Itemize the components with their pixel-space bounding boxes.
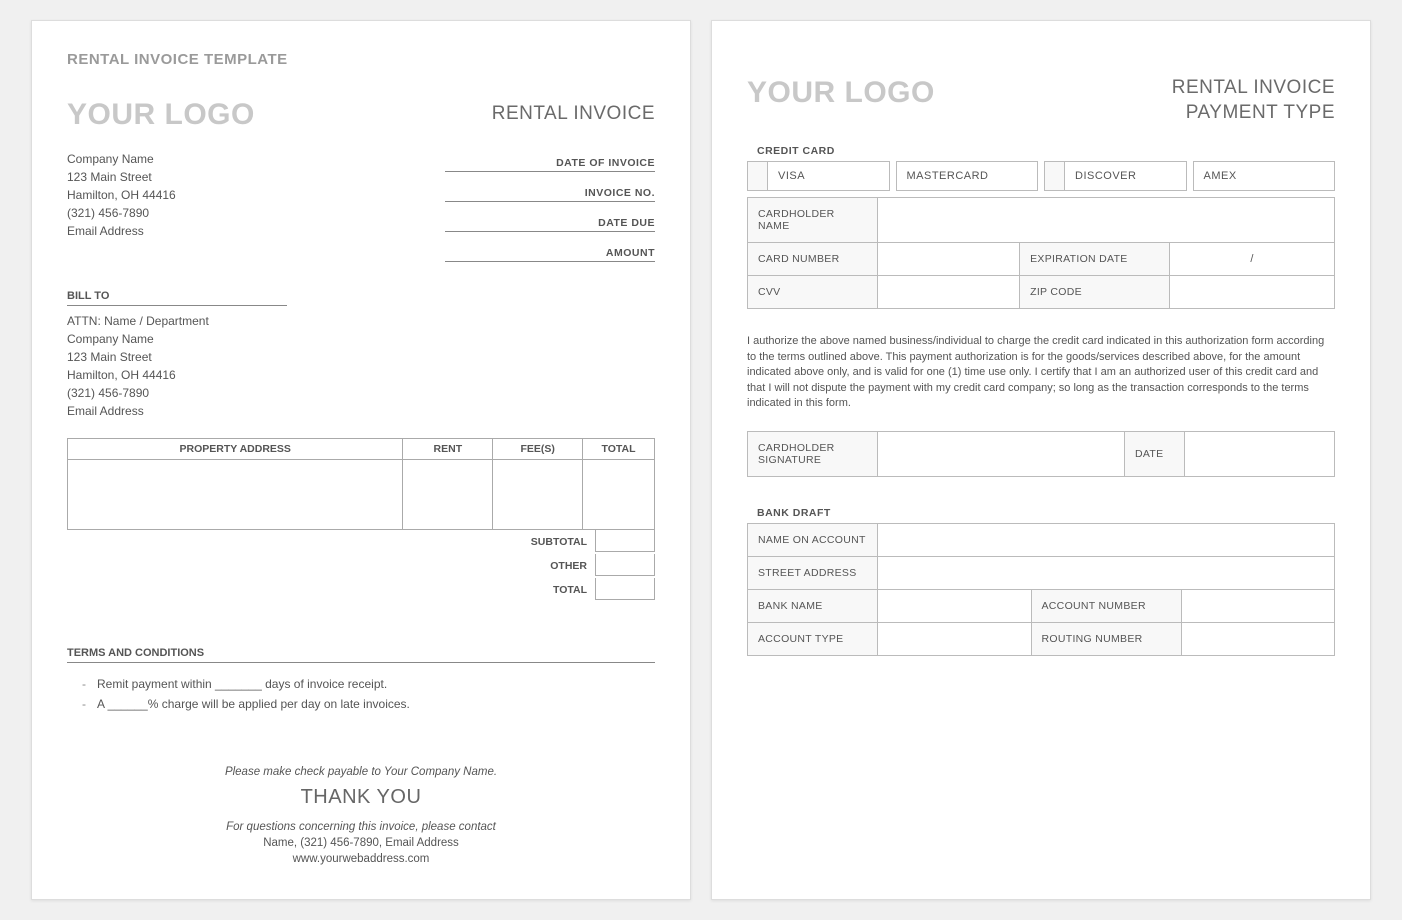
name-on-account-label: NAME ON ACCOUNT	[748, 524, 878, 557]
account-type-label: ACCOUNT TYPE	[748, 623, 878, 656]
col-property-address: PROPERTY ADDRESS	[68, 439, 403, 460]
logo-placeholder: YOUR LOGO	[67, 98, 255, 132]
col-rent: RENT	[403, 439, 493, 460]
term-line: A ______% charge will be applied per day…	[97, 697, 655, 711]
terms-label: TERMS AND CONDITIONS	[67, 647, 655, 663]
card-number-field[interactable]	[878, 243, 1020, 276]
property-table: PROPERTY ADDRESS RENT FEE(S) TOTAL	[67, 438, 655, 530]
other-row: OTHER	[67, 554, 655, 578]
contact-note: For questions concerning this invoice, p…	[67, 821, 655, 833]
option-amex[interactable]: AMEX	[1193, 161, 1336, 191]
authorization-text: I authorize the above named business/ind…	[747, 334, 1335, 411]
header-row: YOUR LOGO RENTAL INVOICE	[67, 98, 655, 132]
company-street: 123 Main Street	[67, 170, 176, 184]
billto-company: Company Name	[67, 332, 655, 346]
cardholder-signature-field[interactable]	[878, 432, 1125, 477]
logo-placeholder: YOUR LOGO	[747, 76, 935, 110]
checkbox-icon[interactable]	[748, 162, 768, 190]
sig-date-field[interactable]	[1185, 432, 1335, 477]
total-value[interactable]	[595, 578, 655, 600]
bank-draft-label: BANK DRAFT	[757, 507, 1335, 519]
bill-to-label: BILL TO	[67, 290, 287, 306]
table-row[interactable]	[68, 460, 655, 530]
bill-to-block: ATTN: Name / Department Company Name 123…	[67, 314, 655, 418]
bank-form: NAME ON ACCOUNT STREET ADDRESS BANK NAME…	[747, 523, 1335, 656]
routing-number-field[interactable]	[1181, 623, 1335, 656]
cvv-label: CVV	[748, 276, 878, 309]
billto-phone: (321) 456-7890	[67, 386, 655, 400]
checkbox-icon[interactable]	[1045, 162, 1065, 190]
invoice-page-2: YOUR LOGO RENTAL INVOICE PAYMENT TYPE CR…	[711, 20, 1371, 900]
option-visa[interactable]: VISA	[747, 161, 890, 191]
payment-title: RENTAL INVOICE PAYMENT TYPE	[1172, 76, 1335, 125]
terms-list: Remit payment within _______ days of inv…	[67, 677, 655, 711]
contact-line: Name, (321) 456-7890, Email Address	[67, 837, 655, 849]
doc-title: RENTAL INVOICE	[492, 103, 655, 125]
credit-card-label: CREDIT CARD	[757, 145, 1335, 157]
exp-date-field[interactable]: /	[1170, 243, 1335, 276]
cvv-field[interactable]	[878, 276, 1020, 309]
street-address-label: STREET ADDRESS	[748, 557, 878, 590]
exp-date-label: EXPIRATION DATE	[1020, 243, 1170, 276]
meta-amount[interactable]: AMOUNT	[445, 242, 655, 262]
thank-you: THANK YOU	[67, 786, 655, 809]
account-number-field[interactable]	[1181, 590, 1335, 623]
company-name: Company Name	[67, 152, 176, 166]
header-row: YOUR LOGO RENTAL INVOICE PAYMENT TYPE	[747, 76, 1335, 125]
cc-form: CARDHOLDER NAME CARD NUMBER EXPIRATION D…	[747, 197, 1335, 309]
billto-attn: ATTN: Name / Department	[67, 314, 655, 328]
subtotal-value[interactable]	[595, 530, 655, 552]
option-discover[interactable]: DISCOVER	[1044, 161, 1187, 191]
company-email: Email Address	[67, 224, 176, 238]
zip-label: ZIP CODE	[1020, 276, 1170, 309]
sig-date-label: DATE	[1125, 432, 1185, 477]
meta-date-of-invoice[interactable]: DATE OF INVOICE	[445, 152, 655, 172]
account-number-label: ACCOUNT NUMBER	[1031, 590, 1181, 623]
footer: Please make check payable to Your Compan…	[67, 766, 655, 865]
billto-email: Email Address	[67, 404, 655, 418]
billto-citystate: Hamilton, OH 44416	[67, 368, 655, 382]
zip-field[interactable]	[1170, 276, 1335, 309]
meta-date-due[interactable]: DATE DUE	[445, 212, 655, 232]
payable-note: Please make check payable to Your Compan…	[67, 766, 655, 778]
cardholder-signature-label: CARDHOLDER SIGNATURE	[748, 432, 878, 477]
col-total: TOTAL	[583, 439, 655, 460]
company-citystate: Hamilton, OH 44416	[67, 188, 176, 202]
street-address-field[interactable]	[878, 557, 1335, 590]
col-fees: FEE(S)	[493, 439, 583, 460]
card-number-label: CARD NUMBER	[748, 243, 878, 276]
meta-block: DATE OF INVOICE INVOICE NO. DATE DUE AMO…	[445, 152, 655, 272]
billto-street: 123 Main Street	[67, 350, 655, 364]
term-line: Remit payment within _______ days of inv…	[97, 677, 655, 691]
company-phone: (321) 456-7890	[67, 206, 176, 220]
bank-name-field[interactable]	[878, 590, 1032, 623]
web-address: www.yourwebaddress.com	[67, 853, 655, 865]
template-title: RENTAL INVOICE TEMPLATE	[67, 51, 655, 68]
account-type-field[interactable]	[878, 623, 1032, 656]
invoice-page-1: RENTAL INVOICE TEMPLATE YOUR LOGO RENTAL…	[31, 20, 691, 900]
address-meta-row: Company Name 123 Main Street Hamilton, O…	[67, 152, 655, 272]
meta-invoice-no[interactable]: INVOICE NO.	[445, 182, 655, 202]
name-on-account-field[interactable]	[878, 524, 1335, 557]
option-mastercard[interactable]: MASTERCARD	[896, 161, 1039, 191]
bank-name-label: BANK NAME	[748, 590, 878, 623]
total-row: TOTAL	[67, 578, 655, 602]
subtotal-row: SUBTOTAL	[67, 530, 655, 554]
company-block: Company Name 123 Main Street Hamilton, O…	[67, 152, 176, 272]
cardholder-name-field[interactable]	[878, 198, 1335, 243]
cardholder-name-label: CARDHOLDER NAME	[748, 198, 878, 243]
signature-table: CARDHOLDER SIGNATURE DATE	[747, 431, 1335, 477]
card-type-row: VISA MASTERCARD DISCOVER AMEX	[747, 161, 1335, 191]
routing-number-label: ROUTING NUMBER	[1031, 623, 1181, 656]
other-value[interactable]	[595, 554, 655, 576]
